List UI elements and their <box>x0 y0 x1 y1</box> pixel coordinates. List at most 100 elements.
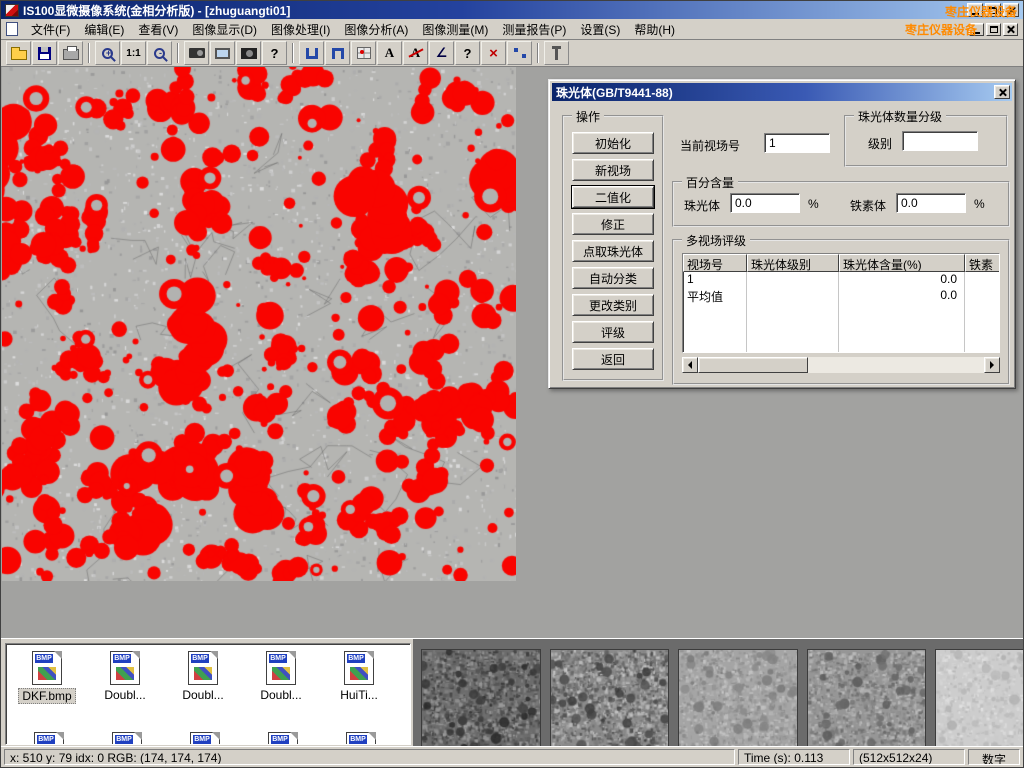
page-fold-icon <box>134 732 142 740</box>
level-input[interactable] <box>902 131 978 151</box>
file-item[interactable]: BMP <box>322 732 400 745</box>
menu-file[interactable]: 文件(F) <box>24 19 77 40</box>
menu-edit[interactable]: 编辑(E) <box>77 19 131 40</box>
print-button[interactable] <box>58 41 83 65</box>
window-close-button[interactable] <box>1003 3 1019 17</box>
angle-measure-button[interactable]: ∠ <box>429 41 454 65</box>
file-item[interactable]: BMP <box>88 732 166 745</box>
file-item[interactable]: BMP <box>244 732 322 745</box>
mode-status: 数字 <box>968 749 1020 765</box>
point-measure-button[interactable] <box>507 41 532 65</box>
table-horizontal-scrollbar[interactable] <box>682 357 1000 373</box>
display-button[interactable] <box>210 41 235 65</box>
file-item[interactable]: BMP Doubl... <box>86 651 164 704</box>
grading-group: 珠光体数量分级 级别 <box>844 115 1008 167</box>
open-folder-icon <box>11 50 27 60</box>
file-item[interactable]: BMP Doubl... <box>242 651 320 704</box>
cut-button[interactable]: × <box>481 41 506 65</box>
table-row[interactable]: 平均值 0.0 <box>683 288 999 304</box>
text-edit-button[interactable]: A <box>403 41 428 65</box>
thumbnail-image[interactable] <box>421 649 541 749</box>
open-button[interactable] <box>6 41 31 65</box>
app-icon <box>5 4 19 17</box>
save-button[interactable] <box>32 41 57 65</box>
binarize-button[interactable]: 二值化 <box>572 186 654 208</box>
zoom-in-button[interactable]: + <box>95 41 120 65</box>
scroll-left-button[interactable] <box>682 357 698 373</box>
change-class-button[interactable]: 更改类别 <box>572 294 654 316</box>
actual-size-button[interactable]: 1:1 <box>121 41 146 65</box>
table-header-row: 视场号 珠光体级别 珠光体含量(%) 铁素 <box>683 254 999 272</box>
scroll-right-button[interactable] <box>984 357 1000 373</box>
file-item[interactable]: BMP <box>166 732 244 745</box>
page-fold-icon <box>366 651 374 659</box>
thumbnail-image[interactable] <box>935 649 1024 749</box>
context-help-button[interactable]: ? <box>455 41 480 65</box>
bottom-panel: BMP DKF.bmp BMP Doubl... BMP Doubl... BM… <box>1 638 1023 748</box>
current-field-input[interactable]: 1 <box>764 133 830 153</box>
menu-image-analysis[interactable]: 图像分析(A) <box>337 19 415 40</box>
mdi-minimize-button[interactable] <box>969 23 984 36</box>
caliper-horizontal-button[interactable] <box>325 41 350 65</box>
metallograph-image[interactable] <box>2 67 516 581</box>
child-window-icon[interactable] <box>6 22 18 36</box>
zoom-out-button[interactable]: - <box>147 41 172 65</box>
menu-settings[interactable]: 设置(S) <box>573 19 627 40</box>
page-fold-icon <box>56 732 64 740</box>
close-icon <box>998 88 1007 97</box>
save-floppy-icon <box>38 47 51 60</box>
cell-field-number: 1 <box>683 272 747 288</box>
table-row[interactable]: 1 0.0 <box>683 272 999 288</box>
restore-icon <box>990 26 998 33</box>
thumbnail-image[interactable] <box>807 649 927 749</box>
pin-icon <box>555 46 558 60</box>
marker-button[interactable] <box>544 41 569 65</box>
dialog-title-bar[interactable]: 珠光体(GB/T9441-88) <box>552 83 1012 101</box>
text-annotate-button[interactable]: A <box>377 41 402 65</box>
menu-image-display[interactable]: 图像显示(D) <box>185 19 264 40</box>
grid-measure-button[interactable] <box>351 41 376 65</box>
percent-group: 百分含量 珠光体 0.0 % 铁素体 0.0 % <box>672 181 1010 227</box>
file-name: DKF.bmp <box>18 688 75 704</box>
menu-image-processing[interactable]: 图像处理(I) <box>264 19 337 40</box>
ferrite-percent-input[interactable]: 0.0 <box>896 193 966 213</box>
menu-help[interactable]: 帮助(H) <box>627 19 682 40</box>
thumbnail-image[interactable] <box>550 649 670 749</box>
menu-view[interactable]: 查看(V) <box>131 19 185 40</box>
capture-button[interactable] <box>236 41 261 65</box>
file-name: Doubl... <box>179 688 226 702</box>
cell-pearlite-content: 0.0 <box>839 288 965 304</box>
menu-measure-report[interactable]: 测量报告(P) <box>495 19 573 40</box>
caliper-vertical-button[interactable] <box>299 41 324 65</box>
scrollbar-thumb[interactable] <box>698 357 808 373</box>
multifield-table: 视场号 珠光体级别 珠光体含量(%) 铁素 1 0.0 平均值 <box>682 253 1000 353</box>
pick-pearlite-button[interactable]: 点取珠光体 <box>572 240 654 262</box>
mdi-restore-button[interactable] <box>986 23 1001 36</box>
file-item[interactable]: BMP <box>10 732 88 745</box>
file-name: Doubl... <box>257 688 304 702</box>
thumbnail-art <box>116 667 134 680</box>
window-maximize-button[interactable] <box>985 3 1001 17</box>
bmp-file-icon: BMP <box>32 651 62 685</box>
menu-image-measure[interactable]: 图像测量(M) <box>415 19 495 40</box>
new-field-button[interactable]: 新视场 <box>572 159 654 181</box>
return-button[interactable]: 返回 <box>572 348 654 370</box>
initialize-button[interactable]: 初始化 <box>572 132 654 154</box>
file-item[interactable]: BMP HuiTi... <box>320 651 398 704</box>
mdi-close-button[interactable] <box>1003 23 1018 36</box>
rate-button[interactable]: 评级 <box>572 321 654 343</box>
angle-icon: ∠ <box>436 45 448 61</box>
video-button[interactable] <box>184 41 209 65</box>
dialog-close-button[interactable] <box>994 85 1010 99</box>
file-item[interactable]: BMP DKF.bmp <box>8 651 86 704</box>
thumbnail-image[interactable] <box>678 649 798 749</box>
auto-classify-button[interactable]: 自动分类 <box>572 267 654 289</box>
correct-button[interactable]: 修正 <box>572 213 654 235</box>
file-item[interactable]: BMP Doubl... <box>164 651 242 704</box>
minimize-icon <box>973 32 980 34</box>
help-button[interactable]: ? <box>262 41 287 65</box>
pearlite-percent-input[interactable]: 0.0 <box>730 193 800 213</box>
window-minimize-button[interactable] <box>967 3 983 17</box>
title-bar[interactable]: IS100显微摄像系统(金相分析版) - [zhuguangti01] <box>1 1 1023 19</box>
minimize-icon <box>972 13 979 15</box>
